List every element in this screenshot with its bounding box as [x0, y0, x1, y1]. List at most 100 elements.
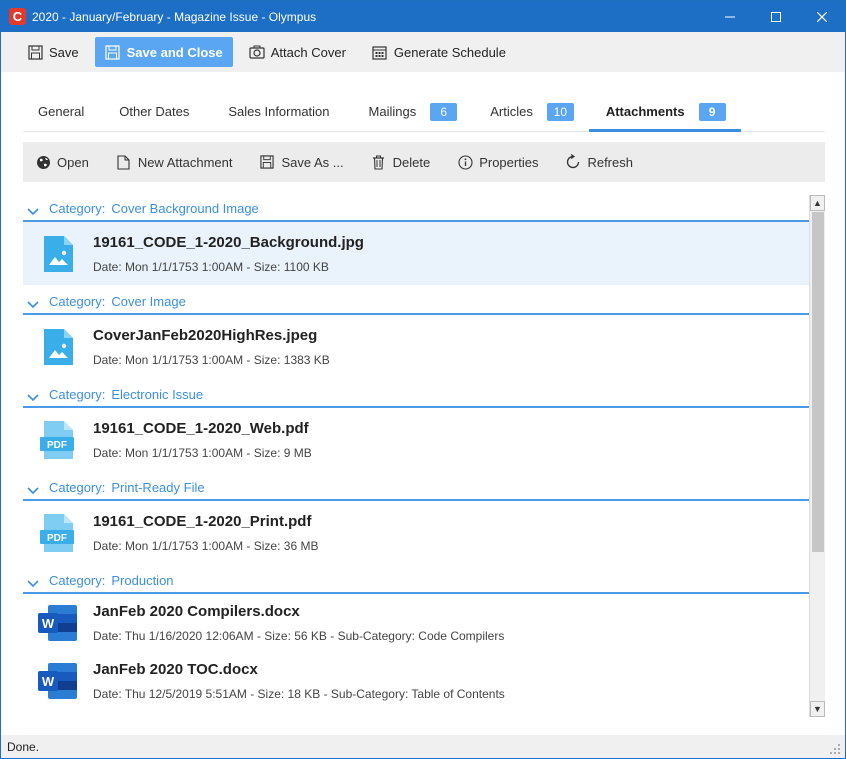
save-as-label: Save As ... — [281, 154, 344, 170]
save-label: Save — [49, 44, 79, 60]
title-bar: C 2020 - January/February - Magazine Iss… — [1, 1, 845, 32]
attach-cover-button[interactable]: Attach Cover — [239, 37, 356, 67]
save-button[interactable]: Save — [17, 37, 89, 67]
app-logo-letter: C — [12, 9, 23, 24]
category-name: Production — [111, 573, 174, 588]
tab-mailings-label: Mailings — [368, 104, 417, 119]
maximize-icon — [771, 11, 781, 22]
list-item[interactable]: PDF 19161_CODE_1-2020_Print.pdf Date: Mo… — [23, 501, 809, 564]
scroll-up-button[interactable]: ▲ — [810, 195, 825, 211]
articles-count-badge: 10 — [546, 102, 574, 121]
close-icon — [817, 11, 827, 22]
category-name: Cover Background Image — [111, 201, 259, 216]
delete-label: Delete — [392, 154, 431, 170]
category-name: Electronic Issue — [111, 387, 204, 402]
close-button[interactable] — [799, 1, 845, 32]
tab-articles-label: Articles — [490, 104, 533, 119]
new-attachment-button[interactable]: New Attachment — [116, 154, 233, 170]
category-prefix: Category: — [49, 294, 106, 309]
info-icon — [457, 154, 473, 170]
category-name: Cover Image — [111, 294, 186, 309]
pdf-icon-text: PDF — [47, 533, 67, 544]
chevron-down-icon — [27, 580, 41, 588]
category-header[interactable]: Category: Cover Image — [23, 285, 809, 315]
image-file-icon — [23, 328, 93, 366]
category-prefix: Category: — [49, 201, 106, 216]
word-icon-text: W — [42, 674, 55, 689]
properties-label: Properties — [479, 154, 539, 170]
chevron-down-icon — [27, 487, 41, 495]
resize-grip-icon[interactable] — [829, 743, 841, 755]
globe-icon — [35, 154, 51, 170]
tab-mailings[interactable]: Mailings 6 — [345, 92, 473, 131]
attachment-meta: Date: Mon 1/1/1753 1:00AM - Size: 36 MB — [93, 538, 319, 553]
calendar-icon — [372, 44, 388, 60]
list-item[interactable]: W JanFeb 2020 TOC.docx Date: Thu 12/5/20… — [23, 652, 809, 710]
open-button[interactable]: Open — [35, 154, 89, 170]
floppy-disk-icon — [259, 154, 275, 170]
list-item[interactable]: W JanFeb 2020 Compilers.docx Date: Thu 1… — [23, 594, 809, 652]
image-file-icon — [23, 235, 93, 273]
tab-general-label: General — [38, 104, 85, 119]
refresh-label: Refresh — [587, 154, 633, 170]
list-item[interactable]: 19161_CODE_1-2020_Background.jpg Date: M… — [23, 222, 809, 285]
new-attachment-label: New Attachment — [137, 154, 233, 170]
category-header[interactable]: Category: Cover Background Image — [23, 195, 809, 222]
minimize-icon — [725, 16, 735, 17]
tab-sales-information-label: Sales Information — [228, 104, 330, 119]
arrow-up-icon: ▲ — [813, 198, 822, 208]
new-document-icon — [116, 154, 132, 170]
pdf-file-icon: PDF — [23, 420, 93, 460]
tab-other-dates-label: Other Dates — [119, 104, 190, 119]
category-prefix: Category: — [49, 480, 106, 495]
attachment-name: 19161_CODE_1-2020_Web.pdf — [93, 419, 309, 437]
attachment-list: Category: Cover Background Image 19161_C… — [23, 195, 809, 717]
scroll-down-button[interactable]: ▼ — [810, 701, 825, 717]
mailings-count-badge: 6 — [430, 102, 458, 121]
tab-articles[interactable]: Articles 10 — [472, 92, 589, 131]
category-name: Print-Ready File — [111, 480, 205, 495]
pdf-file-icon: PDF — [23, 513, 93, 553]
attachment-name: JanFeb 2020 Compilers.docx — [93, 603, 300, 620]
category-header[interactable]: Category: Production — [23, 564, 809, 594]
refresh-button[interactable]: Refresh — [565, 154, 633, 170]
tab-attachments-label: Attachments — [605, 104, 685, 119]
attachment-meta: Date: Mon 1/1/1753 1:00AM - Size: 1100 K… — [93, 259, 329, 274]
window-title: 2020 - January/February - Magazine Issue… — [32, 9, 317, 24]
floppy-disk-icon — [105, 44, 121, 60]
category-prefix: Category: — [49, 387, 106, 402]
category-prefix: Category: — [49, 573, 106, 588]
list-item[interactable]: PDF 19161_CODE_1-2020_Web.pdf Date: Mon … — [23, 408, 809, 471]
attachment-meta: Date: Mon 1/1/1753 1:00AM - Size: 9 MB — [93, 445, 312, 460]
properties-button[interactable]: Properties — [457, 154, 538, 170]
attachment-name: 19161_CODE_1-2020_Background.jpg — [93, 233, 364, 251]
tab-general[interactable]: General — [23, 92, 99, 131]
refresh-icon — [565, 154, 581, 170]
save-and-close-label: Save and Close — [126, 44, 223, 60]
category-header[interactable]: Category: Electronic Issue — [23, 378, 809, 408]
attachment-name: 19161_CODE_1-2020_Print.pdf — [93, 512, 312, 530]
tab-other-dates[interactable]: Other Dates — [99, 92, 204, 131]
status-bar: Done. — [1, 735, 845, 758]
attachment-meta: Date: Thu 12/5/2019 5:51AM - Size: 18 KB… — [93, 687, 505, 701]
word-file-icon: W — [23, 663, 93, 699]
tab-attachments[interactable]: Attachments 9 — [588, 92, 741, 132]
maximize-button[interactable] — [753, 1, 799, 32]
scroll-thumb[interactable] — [812, 212, 824, 552]
tab-bar: General Other Dates Sales Information Ma… — [23, 92, 825, 132]
minimize-button[interactable] — [707, 1, 753, 32]
save-and-close-button[interactable]: Save and Close — [94, 37, 233, 67]
save-as-button[interactable]: Save As ... — [259, 154, 344, 170]
generate-schedule-label: Generate Schedule — [393, 44, 506, 60]
tab-sales-information[interactable]: Sales Information — [204, 92, 344, 131]
main-window: C 2020 - January/February - Magazine Iss… — [0, 0, 846, 759]
category-header[interactable]: Category: Print-Ready File — [23, 471, 809, 501]
vertical-scrollbar[interactable]: ▲ ▼ — [809, 195, 825, 717]
chevron-down-icon — [27, 394, 41, 402]
attachment-action-bar: Open New Attachment Save As ... Delete P… — [23, 142, 825, 182]
list-item[interactable]: CoverJanFeb2020HighRes.jpeg Date: Mon 1/… — [23, 315, 809, 378]
generate-schedule-button[interactable]: Generate Schedule — [362, 37, 516, 67]
delete-button[interactable]: Delete — [371, 154, 431, 170]
pdf-icon-text: PDF — [47, 440, 67, 451]
main-toolbar: Save Save and Close Attach Cover Generat… — [1, 32, 845, 72]
